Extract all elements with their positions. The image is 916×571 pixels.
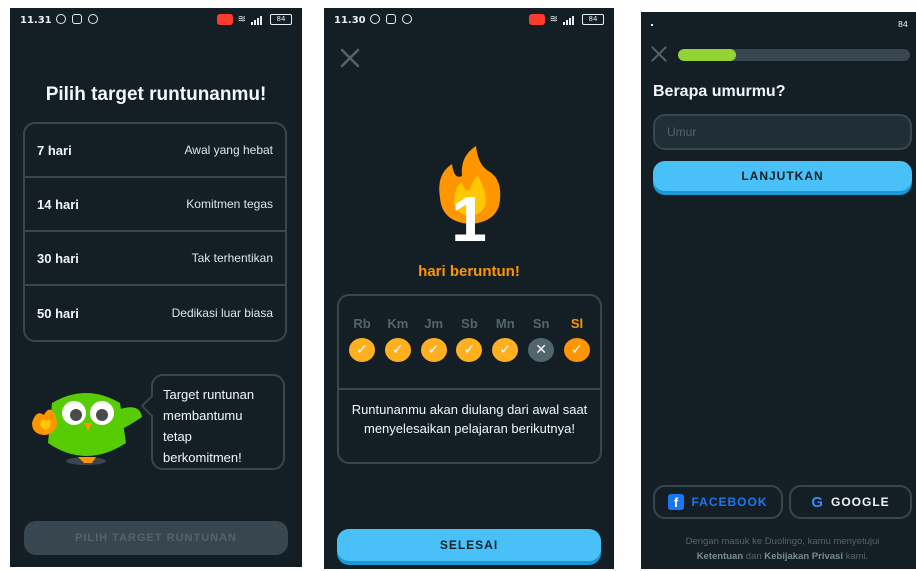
weekday-label: Sb (461, 316, 478, 331)
flame-check-icon: ✓ (563, 338, 590, 362)
chat-icon (88, 14, 98, 24)
streak-option-30[interactable]: 30 hari Tak terhentikan (25, 232, 285, 286)
weekday-label: Jm (424, 316, 444, 331)
weekday-label: Km (387, 316, 409, 331)
option-label: Komitmen tegas (186, 197, 273, 211)
privacy-policy-link[interactable]: Kebijakan Privasi (764, 551, 843, 562)
notification-icons (56, 14, 98, 24)
streak-celebration-screen: 11.30 ≋ 84 1 hari beruntun! Rb Km Jm Sb … (324, 8, 614, 569)
progress-fill (678, 49, 736, 61)
check-icon: ✓ (492, 338, 519, 362)
status-bar: 11.30 ≋ 84 (324, 8, 614, 34)
system-icons: ≋ 84 (216, 14, 292, 25)
terms-prefix: Dengan masuk ke Duolingo, kamu menyetuju… (685, 536, 880, 547)
status-bar: 11.31 ≋ 84 (10, 8, 302, 34)
terms-notice: Dengan masuk ke Duolingo, kamu menyetuju… (653, 534, 912, 564)
weekly-streak-calendar: Rb Km Jm Sb Mn Sn Sl ✓ ✓ ✓ ✓ ✓ ✕ ✓ Runtu… (337, 294, 602, 464)
check-icon: ✓ (456, 338, 483, 362)
signal-icon (563, 15, 577, 25)
notification-icon (56, 14, 66, 24)
streak-option-7[interactable]: 7 hari Awal yang hebat (25, 124, 285, 178)
streak-number: 1 (451, 183, 487, 255)
streak-option-14[interactable]: 14 hari Komitmen tegas (25, 178, 285, 232)
terms-suffix: kami. (845, 551, 869, 562)
status-dot (651, 24, 653, 26)
done-button[interactable]: SELESAI (337, 529, 601, 561)
weekday-label: Sn (532, 316, 550, 331)
chat-icon (402, 14, 412, 24)
divider (339, 388, 600, 390)
close-icon[interactable] (339, 47, 361, 69)
age-entry-screen: 84 Berapa umurmu? Umur LANJUTKAN f FACEB… (641, 12, 916, 569)
wifi-icon: ≋ (549, 14, 558, 25)
streak-goal-list: 7 hari Awal yang hebat 14 hari Komitmen … (23, 122, 287, 342)
signal-icon (251, 15, 265, 25)
age-input[interactable]: Umur (653, 114, 912, 150)
status-time: 11.31 (20, 15, 52, 26)
option-days: 50 hari (37, 305, 79, 321)
battery-icon: 84 (582, 14, 604, 25)
check-icon: ✓ (384, 338, 411, 362)
weekday-labels: Rb Km Jm Sb Mn Sn Sl (347, 316, 592, 331)
notification-icon (370, 14, 380, 24)
google-label: GOOGLE (831, 495, 890, 509)
day-status-row: ✓ ✓ ✓ ✓ ✓ ✕ ✓ (347, 338, 592, 362)
streak-goal-screen: 11.31 ≋ 84 Pilih target runtunanmu! 7 ha… (10, 8, 302, 567)
duo-owl-mascot-icon (32, 393, 142, 465)
bubble-line: berkomitmen! (163, 450, 242, 465)
google-login-button[interactable]: G GOOGLE (789, 485, 912, 519)
youtube-icon (216, 14, 233, 25)
option-label: Dedikasi luar biasa (171, 306, 273, 320)
terms-and: dan (745, 551, 762, 562)
facebook-icon: f (668, 494, 685, 510)
continue-button[interactable]: LANJUTKAN (653, 161, 912, 191)
instagram-icon (72, 14, 82, 24)
bubble-line: membantumu (163, 408, 243, 423)
streak-option-50[interactable]: 50 hari Dedikasi luar biasa (25, 286, 285, 340)
streak-message: Runtunanmu akan diulang dari awal saat m… (351, 402, 588, 436)
choose-streak-goal-button[interactable]: PILIH TARGET RUNTUNAN (24, 521, 288, 555)
system-icons: ≋ 84 (528, 14, 604, 25)
streak-label: hari beruntun! (418, 263, 520, 280)
facebook-login-button[interactable]: f FACEBOOK (653, 485, 783, 519)
youtube-icon (528, 14, 545, 25)
check-icon: ✓ (420, 338, 447, 362)
google-icon: G (811, 493, 824, 511)
weekday-label: Mn (495, 316, 515, 331)
speech-bubble: Target runtunan membantumu tetap berkomi… (151, 374, 285, 470)
option-days: 7 hari (37, 142, 72, 158)
option-label: Awal yang hebat (184, 143, 273, 157)
option-days: 14 hari (37, 196, 79, 212)
close-icon[interactable] (650, 45, 668, 63)
battery-icon: 84 (270, 14, 292, 25)
option-label: Tak terhentikan (191, 251, 273, 265)
battery-icon: 84 (897, 20, 908, 29)
missed-x-icon: ✕ (528, 338, 555, 362)
wifi-icon: ≋ (237, 14, 246, 25)
weekday-label-today: Sl (570, 316, 584, 331)
notification-icons (370, 14, 412, 24)
facebook-label: FACEBOOK (691, 495, 768, 509)
check-icon: ✓ (349, 338, 375, 362)
progress-bar (678, 49, 910, 61)
page-title: Pilih target runtunanmu! (45, 84, 267, 105)
page-title: Berapa umurmu? (653, 83, 786, 100)
weekday-label: Rb (353, 316, 371, 331)
bubble-line: tetap (163, 429, 192, 444)
status-time: 11.30 (334, 15, 366, 26)
instagram-icon (386, 14, 396, 24)
option-days: 30 hari (37, 250, 79, 266)
terms-link[interactable]: Ketentuan (697, 551, 743, 562)
bubble-line: Target runtunan (163, 387, 255, 402)
